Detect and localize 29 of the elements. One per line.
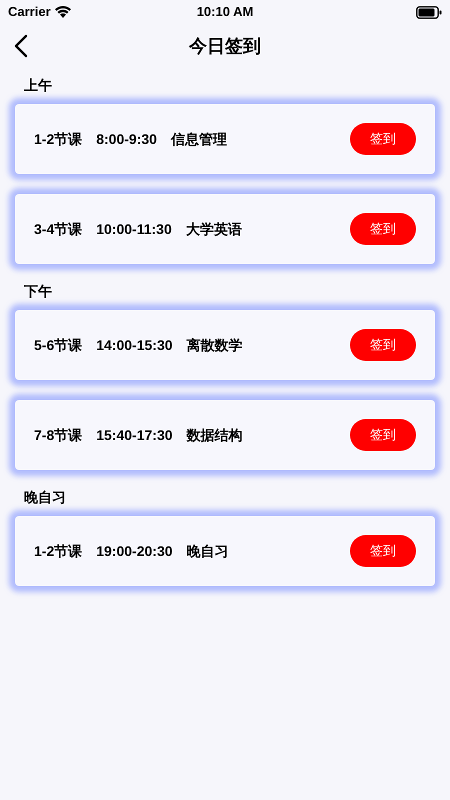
period-label: 7-8节课 xyxy=(34,426,82,444)
clock-label: 10:10 AM xyxy=(196,3,254,22)
period-label: 5-6节课 xyxy=(34,336,82,354)
time-label: 10:00-11:30 xyxy=(96,220,172,238)
period-label: 1-2节课 xyxy=(34,542,82,560)
section-heading: 下午 xyxy=(24,284,52,300)
check-in-button[interactable]: 签到 xyxy=(350,329,416,361)
course-label: 大学英语 xyxy=(186,220,242,238)
time-label: 8:00-9:30 xyxy=(96,130,157,148)
check-in-button[interactable]: 签到 xyxy=(350,213,416,245)
course-label: 信息管理 xyxy=(170,130,227,148)
time-label: 19:00-20:30 xyxy=(96,542,173,560)
time-label: 14:00-15:30 xyxy=(96,336,173,354)
course-label: 离散数学 xyxy=(186,336,243,354)
time-label: 15:40-17:30 xyxy=(96,426,173,444)
section-heading: 晚自习 xyxy=(24,490,66,506)
carrier-label: Carrier xyxy=(8,3,51,22)
check-in-button[interactable]: 签到 xyxy=(350,535,416,567)
section-heading: 上午 xyxy=(24,78,52,94)
page-title: 今日签到 xyxy=(189,34,261,58)
check-in-button[interactable]: 签到 xyxy=(350,419,416,451)
period-label: 3-4节课 xyxy=(34,220,82,238)
course-label: 数据结构 xyxy=(186,426,243,444)
battery-icon xyxy=(416,6,442,18)
wifi-icon xyxy=(54,6,71,18)
period-label: 1-2节课 xyxy=(34,130,82,148)
check-in-button[interactable]: 签到 xyxy=(350,123,416,155)
back-icon[interactable] xyxy=(14,34,28,58)
course-label: 晚自习 xyxy=(186,542,229,560)
